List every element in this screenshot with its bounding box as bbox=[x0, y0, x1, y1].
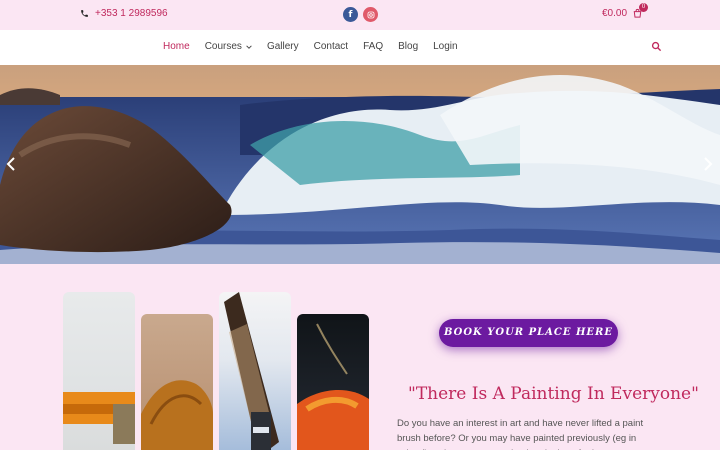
gallery-tile-paint-palette bbox=[297, 314, 369, 450]
arrow-left-icon[interactable] bbox=[6, 157, 16, 171]
hero-painting-image bbox=[0, 65, 720, 264]
search-icon[interactable] bbox=[651, 41, 662, 52]
nav-menu: Home Courses Gallery Contact FAQ Blog Lo… bbox=[163, 41, 458, 52]
cart-total: €0.00 bbox=[602, 8, 628, 19]
nav-item-courses[interactable]: Courses bbox=[205, 41, 252, 52]
nav-item-login[interactable]: Login bbox=[433, 41, 457, 52]
gallery-tile-brush-bristles bbox=[141, 314, 213, 450]
phone-number: +353 1 2989596 bbox=[95, 8, 168, 19]
nav-item-gallery[interactable]: Gallery bbox=[267, 41, 299, 52]
nav-item-label: FAQ bbox=[363, 41, 384, 52]
top-bar: +353 1 2989596 f €0.00 0 bbox=[0, 0, 720, 30]
nav-item-home[interactable]: Home bbox=[163, 41, 190, 52]
facebook-icon[interactable]: f bbox=[343, 7, 358, 22]
gallery-tile-brush-yellow bbox=[63, 292, 135, 450]
social-links: f bbox=[343, 7, 378, 22]
headline: "There Is A Painting In Everyone" bbox=[408, 384, 699, 404]
cart-count-badge: 0 bbox=[639, 3, 649, 12]
nav-item-label: Blog bbox=[398, 41, 419, 52]
main-navigation: Home Courses Gallery Contact FAQ Blog Lo… bbox=[0, 30, 720, 65]
intro-paragraph: Do you have an interest in art and have … bbox=[397, 418, 644, 450]
gallery-tile-brush-handle bbox=[219, 292, 291, 450]
book-place-button[interactable]: BOOK YOUR PLACE HERE bbox=[439, 319, 618, 347]
nav-item-faq[interactable]: FAQ bbox=[363, 41, 383, 52]
chevron-down-icon bbox=[246, 44, 252, 49]
cart-icon[interactable]: 0 bbox=[632, 3, 649, 19]
cart-widget[interactable]: €0.00 0 bbox=[602, 3, 649, 19]
hero-slider bbox=[0, 65, 720, 264]
nav-item-label: Courses bbox=[204, 41, 242, 52]
nav-item-blog[interactable]: Blog bbox=[398, 41, 418, 52]
phone-contact[interactable]: +353 1 2989596 bbox=[80, 8, 168, 19]
nav-item-label: Gallery bbox=[266, 41, 299, 52]
nav-item-label: Home bbox=[163, 41, 190, 52]
nav-item-label: Contact bbox=[313, 41, 349, 52]
nav-item-contact[interactable]: Contact bbox=[314, 41, 348, 52]
phone-icon bbox=[81, 10, 88, 17]
nav-item-label: Login bbox=[433, 41, 458, 52]
arrow-right-icon[interactable] bbox=[703, 157, 713, 171]
instagram-icon[interactable] bbox=[363, 7, 378, 22]
